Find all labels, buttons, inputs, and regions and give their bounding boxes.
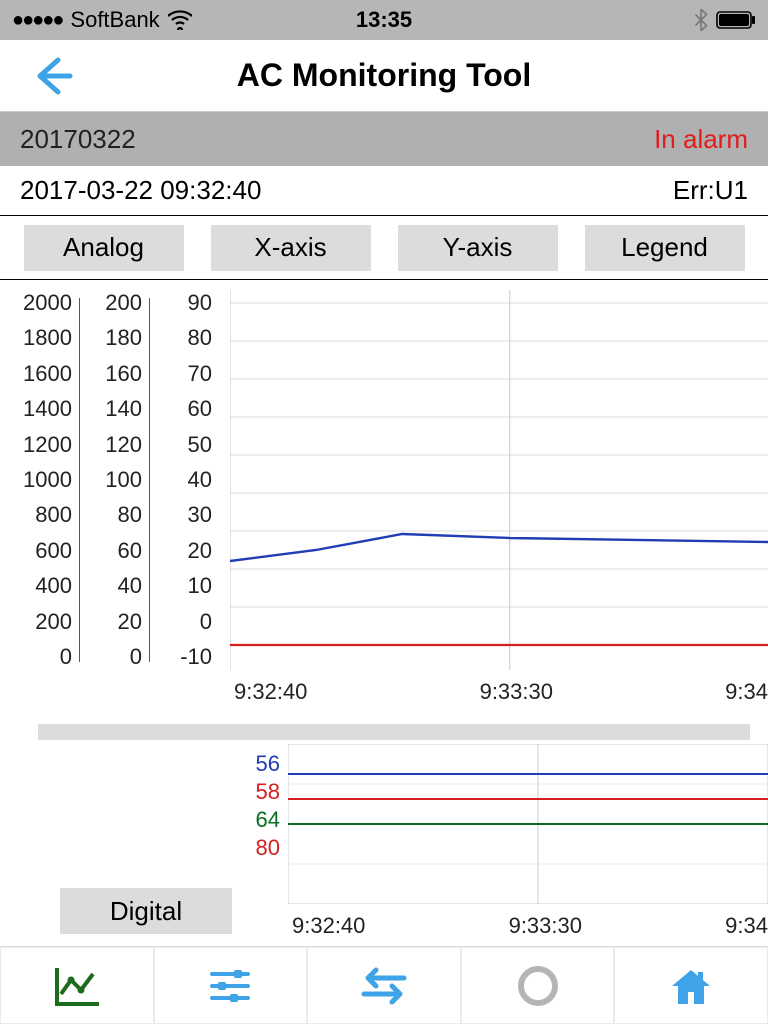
- ytick: 1600: [23, 361, 72, 387]
- nav-chart[interactable]: [0, 947, 154, 1024]
- tab-legend[interactable]: Legend: [585, 225, 745, 271]
- divider-bar: [38, 724, 750, 740]
- ytick: 80: [118, 502, 142, 528]
- chart-tabs: Analog X-axis Y-axis Legend: [0, 216, 768, 280]
- signal-dots-icon: ●●●●●: [12, 9, 62, 32]
- xtick: 9:33:30: [509, 913, 582, 939]
- tab-analog[interactable]: Analog: [24, 225, 184, 271]
- xtick: 9:34: [725, 913, 768, 939]
- xtick: 9:34: [725, 679, 768, 705]
- ytick: 600: [35, 538, 72, 564]
- ytick: 70: [188, 361, 212, 387]
- home-icon: [666, 964, 716, 1008]
- ytick: 10: [188, 573, 212, 599]
- xtick: 9:32:40: [292, 913, 365, 939]
- lower-chart: Digital 56 58 64 80 9:32:40 9:33:30 9:34: [0, 724, 768, 944]
- battery-icon: [716, 11, 756, 29]
- ytick: 1400: [23, 396, 72, 422]
- yaxis-3: 90 80 70 60 50 40 30 20 10 0 -10: [150, 290, 220, 670]
- banner-date: 20170322: [20, 124, 136, 155]
- circle-icon: [515, 963, 561, 1009]
- ytick: 0: [200, 609, 212, 635]
- ytick: 200: [105, 290, 142, 316]
- main-chart: 2000180016001400120010008006004002000 20…: [0, 280, 768, 710]
- legend-64: 64: [256, 806, 280, 834]
- chart-icon: [51, 964, 103, 1008]
- ytick: 160: [105, 361, 142, 387]
- nav-home[interactable]: [614, 947, 768, 1024]
- lower-xticks: 9:32:40 9:33:30 9:34: [288, 909, 768, 939]
- tab-xaxis[interactable]: X-axis: [211, 225, 371, 271]
- lower-plot[interactable]: 9:32:40 9:33:30 9:34: [288, 744, 768, 944]
- nav-circle[interactable]: [461, 947, 615, 1024]
- tab-yaxis[interactable]: Y-axis: [398, 225, 558, 271]
- ytick: -10: [180, 644, 212, 670]
- ytick: 0: [130, 644, 142, 670]
- ytick: 0: [60, 644, 72, 670]
- ytick: 60: [188, 396, 212, 422]
- sliders-icon: [204, 964, 256, 1008]
- ytick: 20: [188, 538, 212, 564]
- main-plot[interactable]: 9:32:40 9:33:30 9:34: [230, 290, 768, 710]
- nav-sliders[interactable]: [154, 947, 308, 1024]
- legend-58: 58: [256, 778, 280, 806]
- back-button[interactable]: [30, 54, 74, 98]
- ytick: 100: [105, 467, 142, 493]
- ytick: 140: [105, 396, 142, 422]
- nav-header: AC Monitoring Tool: [0, 40, 768, 112]
- legend-80: 80: [256, 834, 280, 862]
- yaxis-2: 200180160140120100806040200: [80, 290, 150, 670]
- ytick: 20: [118, 609, 142, 635]
- ytick: 50: [188, 432, 212, 458]
- xticks: 9:32:40 9:33:30 9:34: [230, 675, 768, 705]
- bottom-tab-bar: [0, 946, 768, 1024]
- digital-button[interactable]: Digital: [60, 888, 232, 934]
- ytick: 200: [35, 609, 72, 635]
- ytick: 90: [188, 290, 212, 316]
- ytick: 180: [105, 325, 142, 351]
- ytick: 1200: [23, 432, 72, 458]
- ytick: 120: [105, 432, 142, 458]
- ytick: 30: [188, 502, 212, 528]
- wifi-icon: [168, 10, 192, 30]
- status-bar: ●●●●● SoftBank 13:35: [0, 0, 768, 40]
- clock: 13:35: [356, 7, 412, 33]
- ytick: 800: [35, 502, 72, 528]
- xtick: 9:33:30: [480, 679, 553, 705]
- ytick: 80: [188, 325, 212, 351]
- swap-arrows-icon: [356, 964, 412, 1008]
- page-title: AC Monitoring Tool: [237, 57, 531, 94]
- lower-legend: 56 58 64 80: [220, 744, 280, 944]
- bluetooth-icon: [694, 9, 708, 31]
- ytick: 60: [118, 538, 142, 564]
- date-banner: 20170322 In alarm: [0, 112, 768, 166]
- ytick: 40: [118, 573, 142, 599]
- ytick: 400: [35, 573, 72, 599]
- carrier-label: SoftBank: [70, 7, 159, 33]
- timestamp: 2017-03-22 09:32:40: [20, 175, 261, 206]
- sub-header: 2017-03-22 09:32:40 Err:U1: [0, 166, 768, 216]
- ytick: 1800: [23, 325, 72, 351]
- nav-swap[interactable]: [307, 947, 461, 1024]
- ytick: 40: [188, 467, 212, 493]
- ytick: 1000: [23, 467, 72, 493]
- yaxis-1: 2000180016001400120010008006004002000: [0, 290, 80, 670]
- xtick: 9:32:40: [234, 679, 307, 705]
- error-code: Err:U1: [673, 175, 748, 206]
- alarm-status: In alarm: [654, 124, 748, 155]
- ytick: 2000: [23, 290, 72, 316]
- legend-56: 56: [256, 750, 280, 778]
